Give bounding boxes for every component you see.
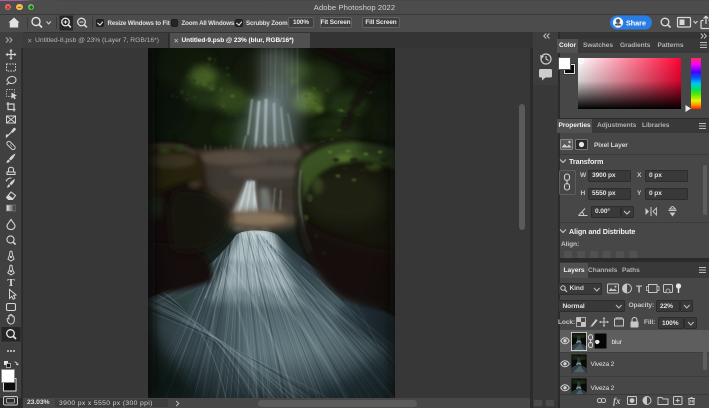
svg-text:T: T bbox=[636, 285, 642, 295]
svg-text:Share: Share bbox=[626, 18, 646, 27]
svg-text:T: T bbox=[7, 277, 15, 289]
svg-text:fx: fx bbox=[613, 396, 621, 406]
